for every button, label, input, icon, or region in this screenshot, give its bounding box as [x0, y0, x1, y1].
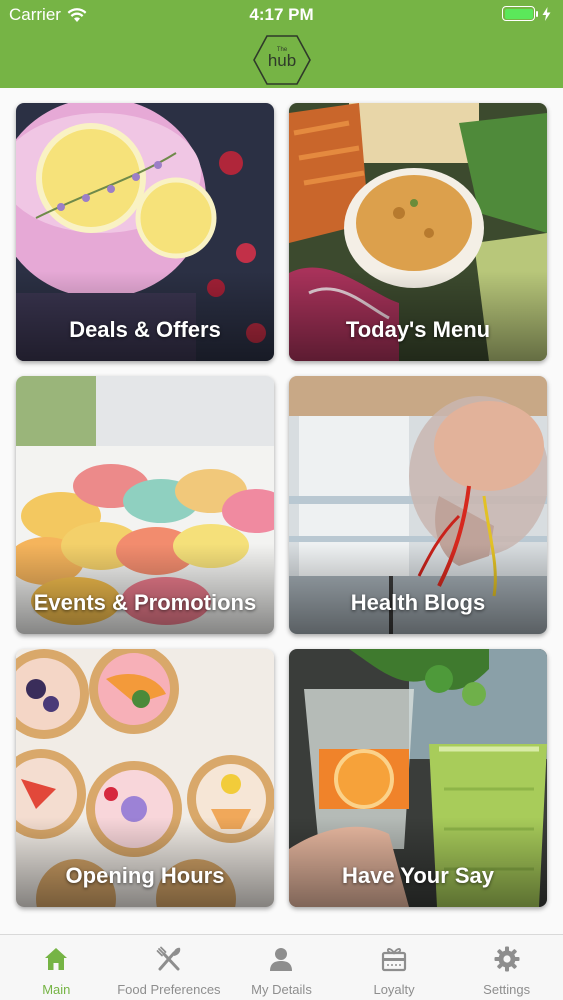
tile-events-promotions[interactable]: Events & Promotions: [16, 376, 274, 634]
tab-label: My Details: [251, 982, 312, 997]
gear-icon: [494, 946, 520, 972]
gift-card-icon: [381, 948, 407, 972]
charging-bolt-icon: [542, 6, 551, 21]
tile-label: Deals & Offers: [69, 317, 221, 342]
tile-have-your-say[interactable]: Have Your Say: [289, 649, 547, 907]
tile-health-blogs[interactable]: Health Blogs: [289, 376, 547, 634]
tile-todays-menu[interactable]: Today's Menu: [289, 103, 547, 361]
tab-main[interactable]: Main: [0, 935, 113, 1000]
home-icon: [45, 948, 68, 970]
tab-food-preferences[interactable]: Food Preferences: [113, 935, 226, 1000]
person-icon: [270, 948, 293, 971]
tile-opening-hours[interactable]: Opening Hours: [16, 649, 274, 907]
tile-label: Today's Menu: [345, 317, 491, 342]
svg-text:hub: hub: [268, 51, 296, 70]
tab-settings[interactable]: Settings: [450, 935, 563, 1000]
battery-indicator: [502, 6, 551, 21]
tile-label: Health Blogs: [350, 590, 486, 615]
tile-label: Events & Promotions: [33, 590, 257, 615]
battery-icon: [502, 6, 535, 21]
tile-deals-offers[interactable]: Deals & Offers: [16, 103, 274, 361]
tile-label: Have Your Say: [341, 863, 495, 888]
tab-loyalty[interactable]: Loyalty: [338, 935, 451, 1000]
hub-logo: The hub: [253, 35, 311, 85]
tab-label: Main: [42, 982, 71, 997]
tab-label: Food Preferences: [117, 982, 221, 997]
tab-label: Settings: [483, 982, 531, 997]
tile-label: Opening Hours: [65, 863, 225, 888]
status-bar: Carrier 4:17 PM: [0, 0, 563, 30]
app-screen: Carrier 4:17 PM The hub Deals & Offers T…: [0, 0, 563, 1000]
status-time: 4:17 PM: [249, 5, 314, 24]
bottom-tab-bar: Main Food Preferences My Details Loyalty…: [0, 934, 563, 1000]
fork-knife-icon: [156, 946, 181, 971]
tab-label: Loyalty: [373, 982, 415, 997]
header-bar: Carrier 4:17 PM The hub: [0, 0, 563, 88]
tab-my-details[interactable]: My Details: [225, 935, 338, 1000]
